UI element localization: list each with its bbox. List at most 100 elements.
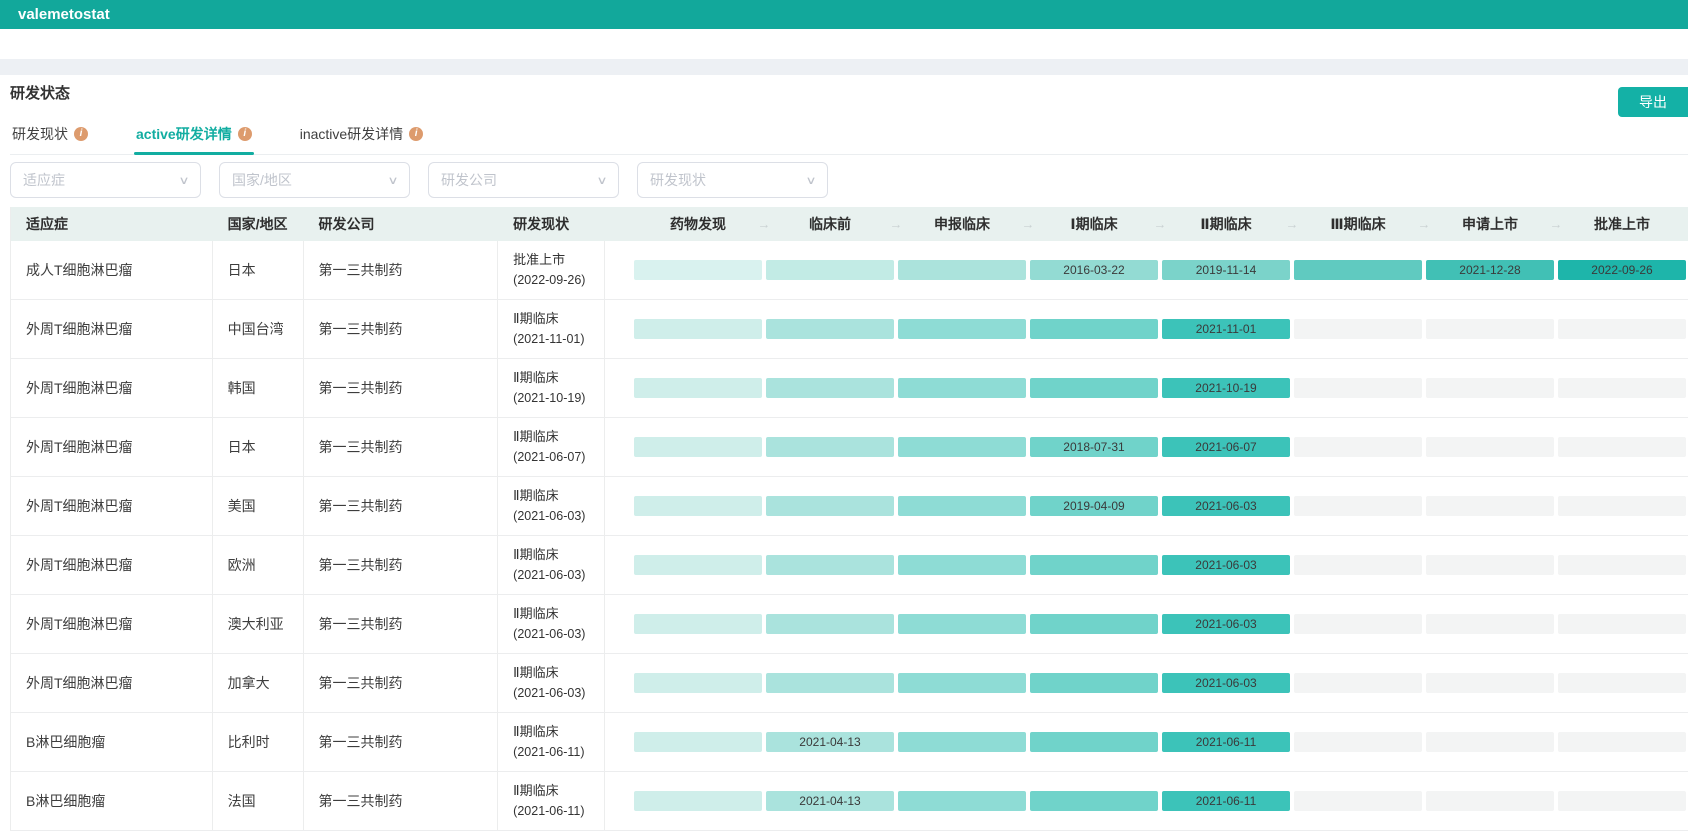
indication-filter-select[interactable]: 适应症 ∨ bbox=[10, 162, 201, 198]
status-name: Ⅱ期临床 bbox=[513, 721, 584, 742]
status-date: (2021-06-03) bbox=[513, 565, 585, 586]
column-header-stage: Ⅲ期临床→ bbox=[1292, 214, 1424, 234]
column-header-stage: Ⅱ期临床→ bbox=[1160, 214, 1292, 234]
stage-cell bbox=[896, 437, 1028, 457]
stage-cell bbox=[1292, 260, 1424, 280]
stage-cell bbox=[632, 555, 764, 575]
stage-cell bbox=[764, 496, 896, 516]
stage-progress-area: 2021-06-03 bbox=[605, 654, 1688, 712]
stage-progress-area: 2021-06-03 bbox=[605, 536, 1688, 594]
stage-bar bbox=[766, 319, 894, 339]
stage-cell: 2022-09-26 bbox=[1556, 260, 1688, 280]
status-name: Ⅱ期临床 bbox=[513, 603, 585, 624]
stage-bar-dated: 2021-06-03 bbox=[1162, 555, 1290, 575]
stage-cell: 2021-06-11 bbox=[1160, 732, 1292, 752]
stage-cell bbox=[896, 378, 1028, 398]
chevron-down-icon: ∨ bbox=[387, 174, 398, 187]
info-icon[interactable]: i bbox=[238, 127, 252, 141]
column-header-indication: 适应症 bbox=[11, 214, 213, 234]
stage-progress-area: 2021-10-19 bbox=[605, 359, 1688, 417]
stage-bar bbox=[766, 496, 894, 516]
stage-cell bbox=[1556, 378, 1688, 398]
region-cell: 日本 bbox=[213, 241, 304, 299]
stage-bar bbox=[634, 319, 762, 339]
company-cell: 第一三共制药 bbox=[304, 359, 499, 417]
stage-cell bbox=[1424, 732, 1556, 752]
stage-cell: 2021-06-03 bbox=[1160, 673, 1292, 693]
stage-bar bbox=[1426, 673, 1554, 693]
table-body: 成人T细胞淋巴瘤 日本 第一三共制药 批准上市 (2022-09-26) 201… bbox=[11, 241, 1688, 831]
stage-cell bbox=[1424, 673, 1556, 693]
status-date: (2021-06-03) bbox=[513, 683, 585, 704]
table-row: 外周T细胞淋巴瘤 美国 第一三共制药 Ⅱ期临床 (2021-06-03) 201… bbox=[11, 477, 1688, 536]
stage-cell bbox=[764, 378, 896, 398]
stage-cell bbox=[1424, 614, 1556, 634]
stage-cell bbox=[632, 437, 764, 457]
region-cell: 韩国 bbox=[213, 359, 304, 417]
info-icon[interactable]: i bbox=[74, 127, 88, 141]
tab-inactive-rd-detail[interactable]: inactive研发详情 i bbox=[298, 113, 425, 154]
region-cell: 法国 bbox=[213, 772, 304, 830]
stage-cell bbox=[764, 260, 896, 280]
column-header-company: 研发公司 bbox=[304, 214, 499, 234]
table-row: 外周T细胞淋巴瘤 中国台湾 第一三共制药 Ⅱ期临床 (2021-11-01) 2… bbox=[11, 300, 1688, 359]
stage-cell bbox=[1556, 673, 1688, 693]
company-cell: 第一三共制药 bbox=[304, 772, 499, 830]
column-header-stage: Ⅰ期临床→ bbox=[1028, 214, 1160, 234]
stage-bar-dated: 2018-07-31 bbox=[1030, 437, 1158, 457]
status-date: (2022-09-26) bbox=[513, 270, 585, 291]
company-cell: 第一三共制药 bbox=[304, 713, 499, 771]
stage-cell bbox=[1424, 319, 1556, 339]
stage-cell bbox=[632, 378, 764, 398]
company-cell: 第一三共制药 bbox=[304, 300, 499, 358]
indication-cell: B淋巴细胞瘤 bbox=[11, 772, 213, 830]
status-cell: Ⅱ期临床 (2021-06-07) bbox=[498, 418, 605, 476]
region-filter-select[interactable]: 国家/地区 ∨ bbox=[219, 162, 410, 198]
column-header-stage: 申报临床→ bbox=[896, 214, 1028, 234]
stage-bar bbox=[1426, 319, 1554, 339]
status-cell: Ⅱ期临床 (2021-06-11) bbox=[498, 772, 605, 830]
indication-cell: B淋巴细胞瘤 bbox=[11, 713, 213, 771]
stage-cell bbox=[1292, 555, 1424, 575]
stage-bar bbox=[1030, 614, 1158, 634]
stage-cell bbox=[632, 673, 764, 693]
stage-bar-dated: 2021-12-28 bbox=[1426, 260, 1554, 280]
tab-active-rd-detail[interactable]: active研发详情 i bbox=[134, 113, 254, 154]
stage-cell bbox=[1292, 791, 1424, 811]
stage-bar bbox=[1558, 496, 1686, 516]
status-date: (2021-10-19) bbox=[513, 388, 585, 409]
status-filter-select[interactable]: 研发现状 ∨ bbox=[637, 162, 828, 198]
stage-cell bbox=[896, 319, 1028, 339]
status-name: Ⅱ期临床 bbox=[513, 485, 585, 506]
info-icon[interactable]: i bbox=[409, 127, 423, 141]
region-cell: 加拿大 bbox=[213, 654, 304, 712]
stage-cell bbox=[1424, 791, 1556, 811]
stage-bar bbox=[898, 555, 1026, 575]
stage-cell bbox=[896, 732, 1028, 752]
stage-cell: 2016-03-22 bbox=[1028, 260, 1160, 280]
status-cell: Ⅱ期临床 (2021-11-01) bbox=[498, 300, 605, 358]
stage-cell bbox=[896, 496, 1028, 516]
stage-bar bbox=[1558, 437, 1686, 457]
stage-bar-dated: 2021-06-03 bbox=[1162, 673, 1290, 693]
indication-cell: 外周T细胞淋巴瘤 bbox=[11, 359, 213, 417]
section-title: 研发状态 bbox=[10, 82, 70, 103]
tab-rd-status[interactable]: 研发现状 i bbox=[10, 113, 90, 154]
stage-bar bbox=[1030, 319, 1158, 339]
indication-cell: 外周T细胞淋巴瘤 bbox=[11, 477, 213, 535]
stage-bar bbox=[634, 732, 762, 752]
table-row: 成人T细胞淋巴瘤 日本 第一三共制药 批准上市 (2022-09-26) 201… bbox=[11, 241, 1688, 300]
stage-bar bbox=[634, 378, 762, 398]
stage-cell bbox=[1028, 378, 1160, 398]
stage-bar bbox=[1030, 732, 1158, 752]
stage-cell bbox=[1292, 614, 1424, 634]
stage-bar bbox=[634, 791, 762, 811]
status-name: Ⅱ期临床 bbox=[513, 308, 584, 329]
stage-bar bbox=[1294, 378, 1422, 398]
stage-bar bbox=[766, 260, 894, 280]
stage-bar bbox=[1030, 555, 1158, 575]
company-filter-select[interactable]: 研发公司 ∨ bbox=[428, 162, 619, 198]
table-row: 外周T细胞淋巴瘤 加拿大 第一三共制药 Ⅱ期临床 (2021-06-03) 20… bbox=[11, 654, 1688, 713]
stage-progress-area: 2021-11-01 bbox=[605, 300, 1688, 358]
stage-cell bbox=[1556, 791, 1688, 811]
